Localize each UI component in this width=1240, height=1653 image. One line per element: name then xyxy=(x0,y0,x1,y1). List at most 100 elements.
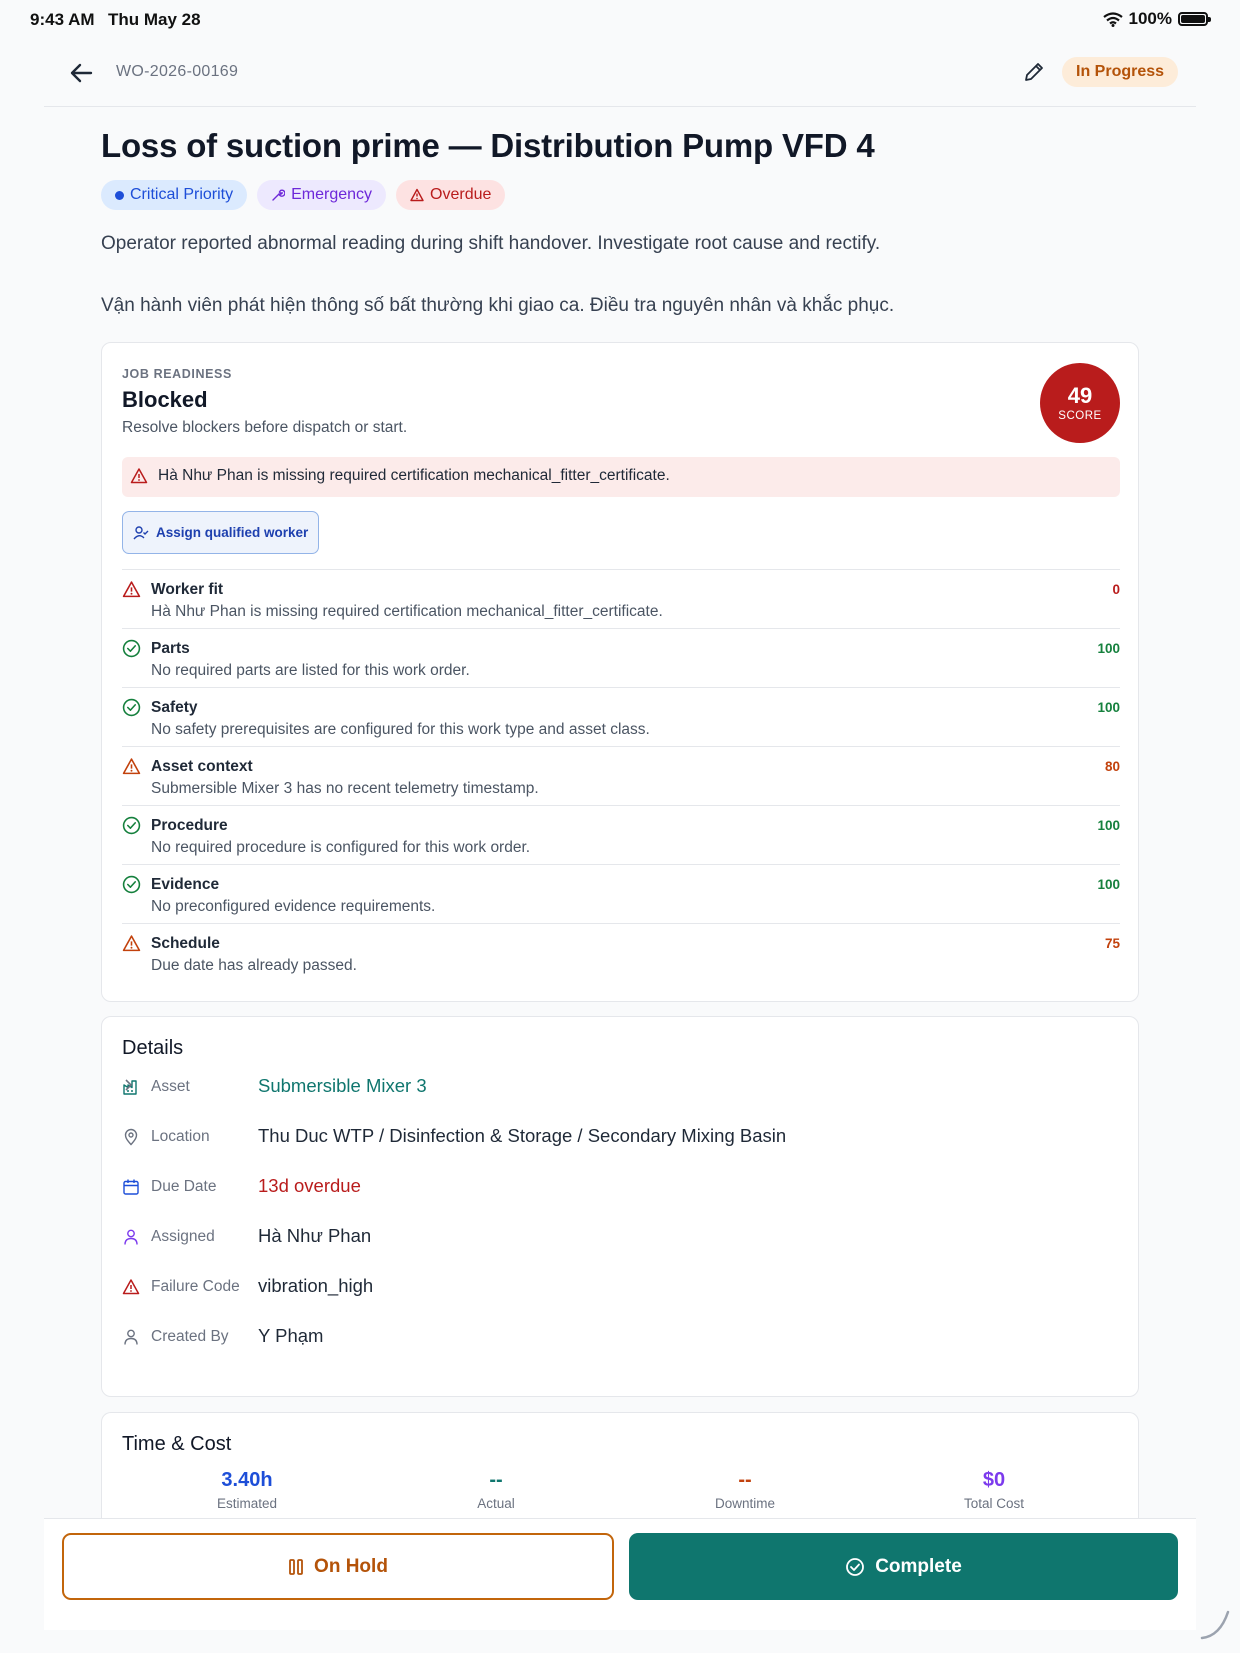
warning-triangle-icon xyxy=(410,188,424,202)
description: Operator reported abnormal reading durin… xyxy=(101,233,895,316)
check-title: Procedure xyxy=(151,817,228,834)
check-description: No required parts are listed for this wo… xyxy=(151,662,470,679)
check-title: Schedule xyxy=(151,935,220,952)
work-order-header: Loss of suction prime — Distribution Pum… xyxy=(101,120,1139,321)
complete-label: Complete xyxy=(875,1555,962,1577)
resize-handle-icon[interactable] xyxy=(1200,1610,1230,1640)
check-description: Hà Như Phan is missing required certific… xyxy=(151,603,663,620)
check-circle-icon xyxy=(122,816,141,835)
warning-triangle-icon xyxy=(130,468,148,484)
wrench-icon xyxy=(272,189,286,201)
readiness-checks: Worker fit Hà Như Phan is missing require… xyxy=(122,569,1120,982)
check-description: No preconfigured evidence requirements. xyxy=(151,898,436,915)
check-description: Due date has already passed. xyxy=(151,957,357,974)
location-label: Location xyxy=(151,1128,210,1145)
overdue-label: Overdue xyxy=(430,186,492,203)
created-by-value: Y Phạm xyxy=(258,1325,324,1346)
job-readiness-card: JOB READINESS Blocked Resolve blockers b… xyxy=(101,342,1139,1002)
back-arrow-icon[interactable] xyxy=(66,58,96,88)
priority-dot-icon xyxy=(115,190,124,200)
readiness-check-row: Worker fit Hà Như Phan is missing require… xyxy=(122,569,1120,628)
actual-value: -- xyxy=(489,1469,503,1491)
blocker-alert-text: Hà Như Phan is missing required certific… xyxy=(158,467,670,484)
assigned-row: Assigned Hà Như Phan xyxy=(122,1223,1120,1253)
actual-label: Actual xyxy=(477,1496,515,1511)
tag-chips: Critical Priority Emergency Overdue xyxy=(101,180,1139,210)
asset-label: Asset xyxy=(151,1078,190,1095)
overdue-chip: Overdue xyxy=(396,180,506,210)
on-hold-button[interactable]: On Hold xyxy=(62,1533,614,1600)
readiness-check-row: Procedure No required procedure is config… xyxy=(122,805,1120,864)
location-row: Location Thu Duc WTP / Disinfection & St… xyxy=(122,1123,1120,1153)
status-indicators: 100% xyxy=(1102,9,1211,29)
warning-triangle-icon xyxy=(122,581,141,598)
readiness-kicker: JOB READINESS xyxy=(122,367,232,381)
due-date-value: 13d overdue xyxy=(258,1175,361,1196)
estimated-label: Estimated xyxy=(216,1496,278,1511)
complete-button[interactable]: Complete xyxy=(629,1533,1178,1600)
estimated-value: 3.40h xyxy=(221,1469,273,1491)
check-score: 100 xyxy=(1097,641,1120,656)
failure-code-label: Failure Code xyxy=(151,1278,240,1295)
readiness-check-row: Schedule Due date has already passed. 75 xyxy=(122,923,1120,982)
downtime-stat: -- Downtime xyxy=(645,1469,845,1511)
details-title: Details xyxy=(122,1037,184,1059)
failure-code-row: Failure Code vibration_high xyxy=(122,1273,1120,1303)
asset-row[interactable]: Asset Submersible Mixer 3 xyxy=(122,1073,1120,1103)
asset-value: Submersible Mixer 3 xyxy=(258,1075,427,1096)
check-circle-icon xyxy=(122,639,141,658)
due-date-row: Due Date 13d overdue xyxy=(122,1173,1120,1203)
type-label: Emergency xyxy=(291,186,373,203)
check-score: 0 xyxy=(1112,582,1120,597)
readiness-check-row: Safety No safety prerequisites are config… xyxy=(122,687,1120,746)
check-score: 100 xyxy=(1097,877,1120,892)
pause-icon xyxy=(289,1558,303,1575)
check-title: Asset context xyxy=(151,758,253,775)
time-cost-card: Time & Cost 3.40h Estimated -- Actual --… xyxy=(101,1412,1139,1532)
created-by-row: Created By Y Phạm xyxy=(122,1323,1120,1353)
on-hold-label: On Hold xyxy=(314,1555,388,1577)
assigned-value: Hà Như Phan xyxy=(258,1225,372,1246)
score-value: 49 xyxy=(1067,383,1093,408)
assign-button-label: Assign qualified worker xyxy=(156,525,309,540)
due-date-label: Due Date xyxy=(151,1178,217,1195)
work-order-id: WO-2026-00169 xyxy=(116,63,239,80)
readiness-check-row: Evidence No preconfigured evidence requir… xyxy=(122,864,1120,923)
page-title: Loss of suction prime — Distribution Pum… xyxy=(101,127,875,164)
location-value: Thu Duc WTP / Disinfection & Storage / S… xyxy=(258,1125,787,1146)
user-check-icon xyxy=(133,525,149,539)
downtime-value: -- xyxy=(738,1469,752,1491)
check-circle-icon xyxy=(122,875,141,894)
status-time: 9:43 AM xyxy=(30,10,95,29)
total-cost-stat: $0 Total Cost xyxy=(894,1469,1094,1511)
priority-chip: Critical Priority xyxy=(101,180,248,210)
user-icon xyxy=(124,1229,138,1245)
status-badge: In Progress xyxy=(1062,57,1179,87)
downtime-label: Downtime xyxy=(714,1496,776,1511)
check-description: No required procedure is configured for … xyxy=(151,839,531,856)
check-description: No safety prerequisites are configured f… xyxy=(151,721,650,738)
score-label: SCORE xyxy=(1058,410,1102,422)
total-cost-label: Total Cost xyxy=(963,1496,1025,1511)
priority-label: Critical Priority xyxy=(130,186,234,203)
blocker-alert: Hà Như Phan is missing required certific… xyxy=(122,457,1120,497)
wifi-icon xyxy=(1102,11,1123,27)
created-by-label: Created By xyxy=(151,1328,229,1345)
check-title: Worker fit xyxy=(151,581,224,598)
check-score: 75 xyxy=(1104,936,1120,951)
time-cost-title: Time & Cost xyxy=(122,1433,232,1455)
battery-icon xyxy=(1178,12,1211,26)
readiness-check-row: Parts No required parts are listed for th… xyxy=(122,628,1120,687)
pencil-icon[interactable] xyxy=(1021,59,1047,85)
total-cost-value: $0 xyxy=(982,1469,1006,1491)
check-score: 100 xyxy=(1097,700,1120,715)
type-chip: Emergency xyxy=(257,180,387,210)
actual-stat: -- Actual xyxy=(396,1469,596,1511)
check-title: Parts xyxy=(151,640,190,657)
calendar-icon xyxy=(123,1179,139,1195)
assign-qualified-worker-button[interactable]: Assign qualified worker xyxy=(122,511,320,554)
bottom-action-bar: On Hold Complete xyxy=(44,1518,1196,1630)
check-title: Evidence xyxy=(151,876,220,893)
top-navigation: WO-2026-00169 In Progress xyxy=(44,50,1196,107)
details-card: Details Asset Submersible Mixer 3 Locati… xyxy=(101,1016,1139,1397)
